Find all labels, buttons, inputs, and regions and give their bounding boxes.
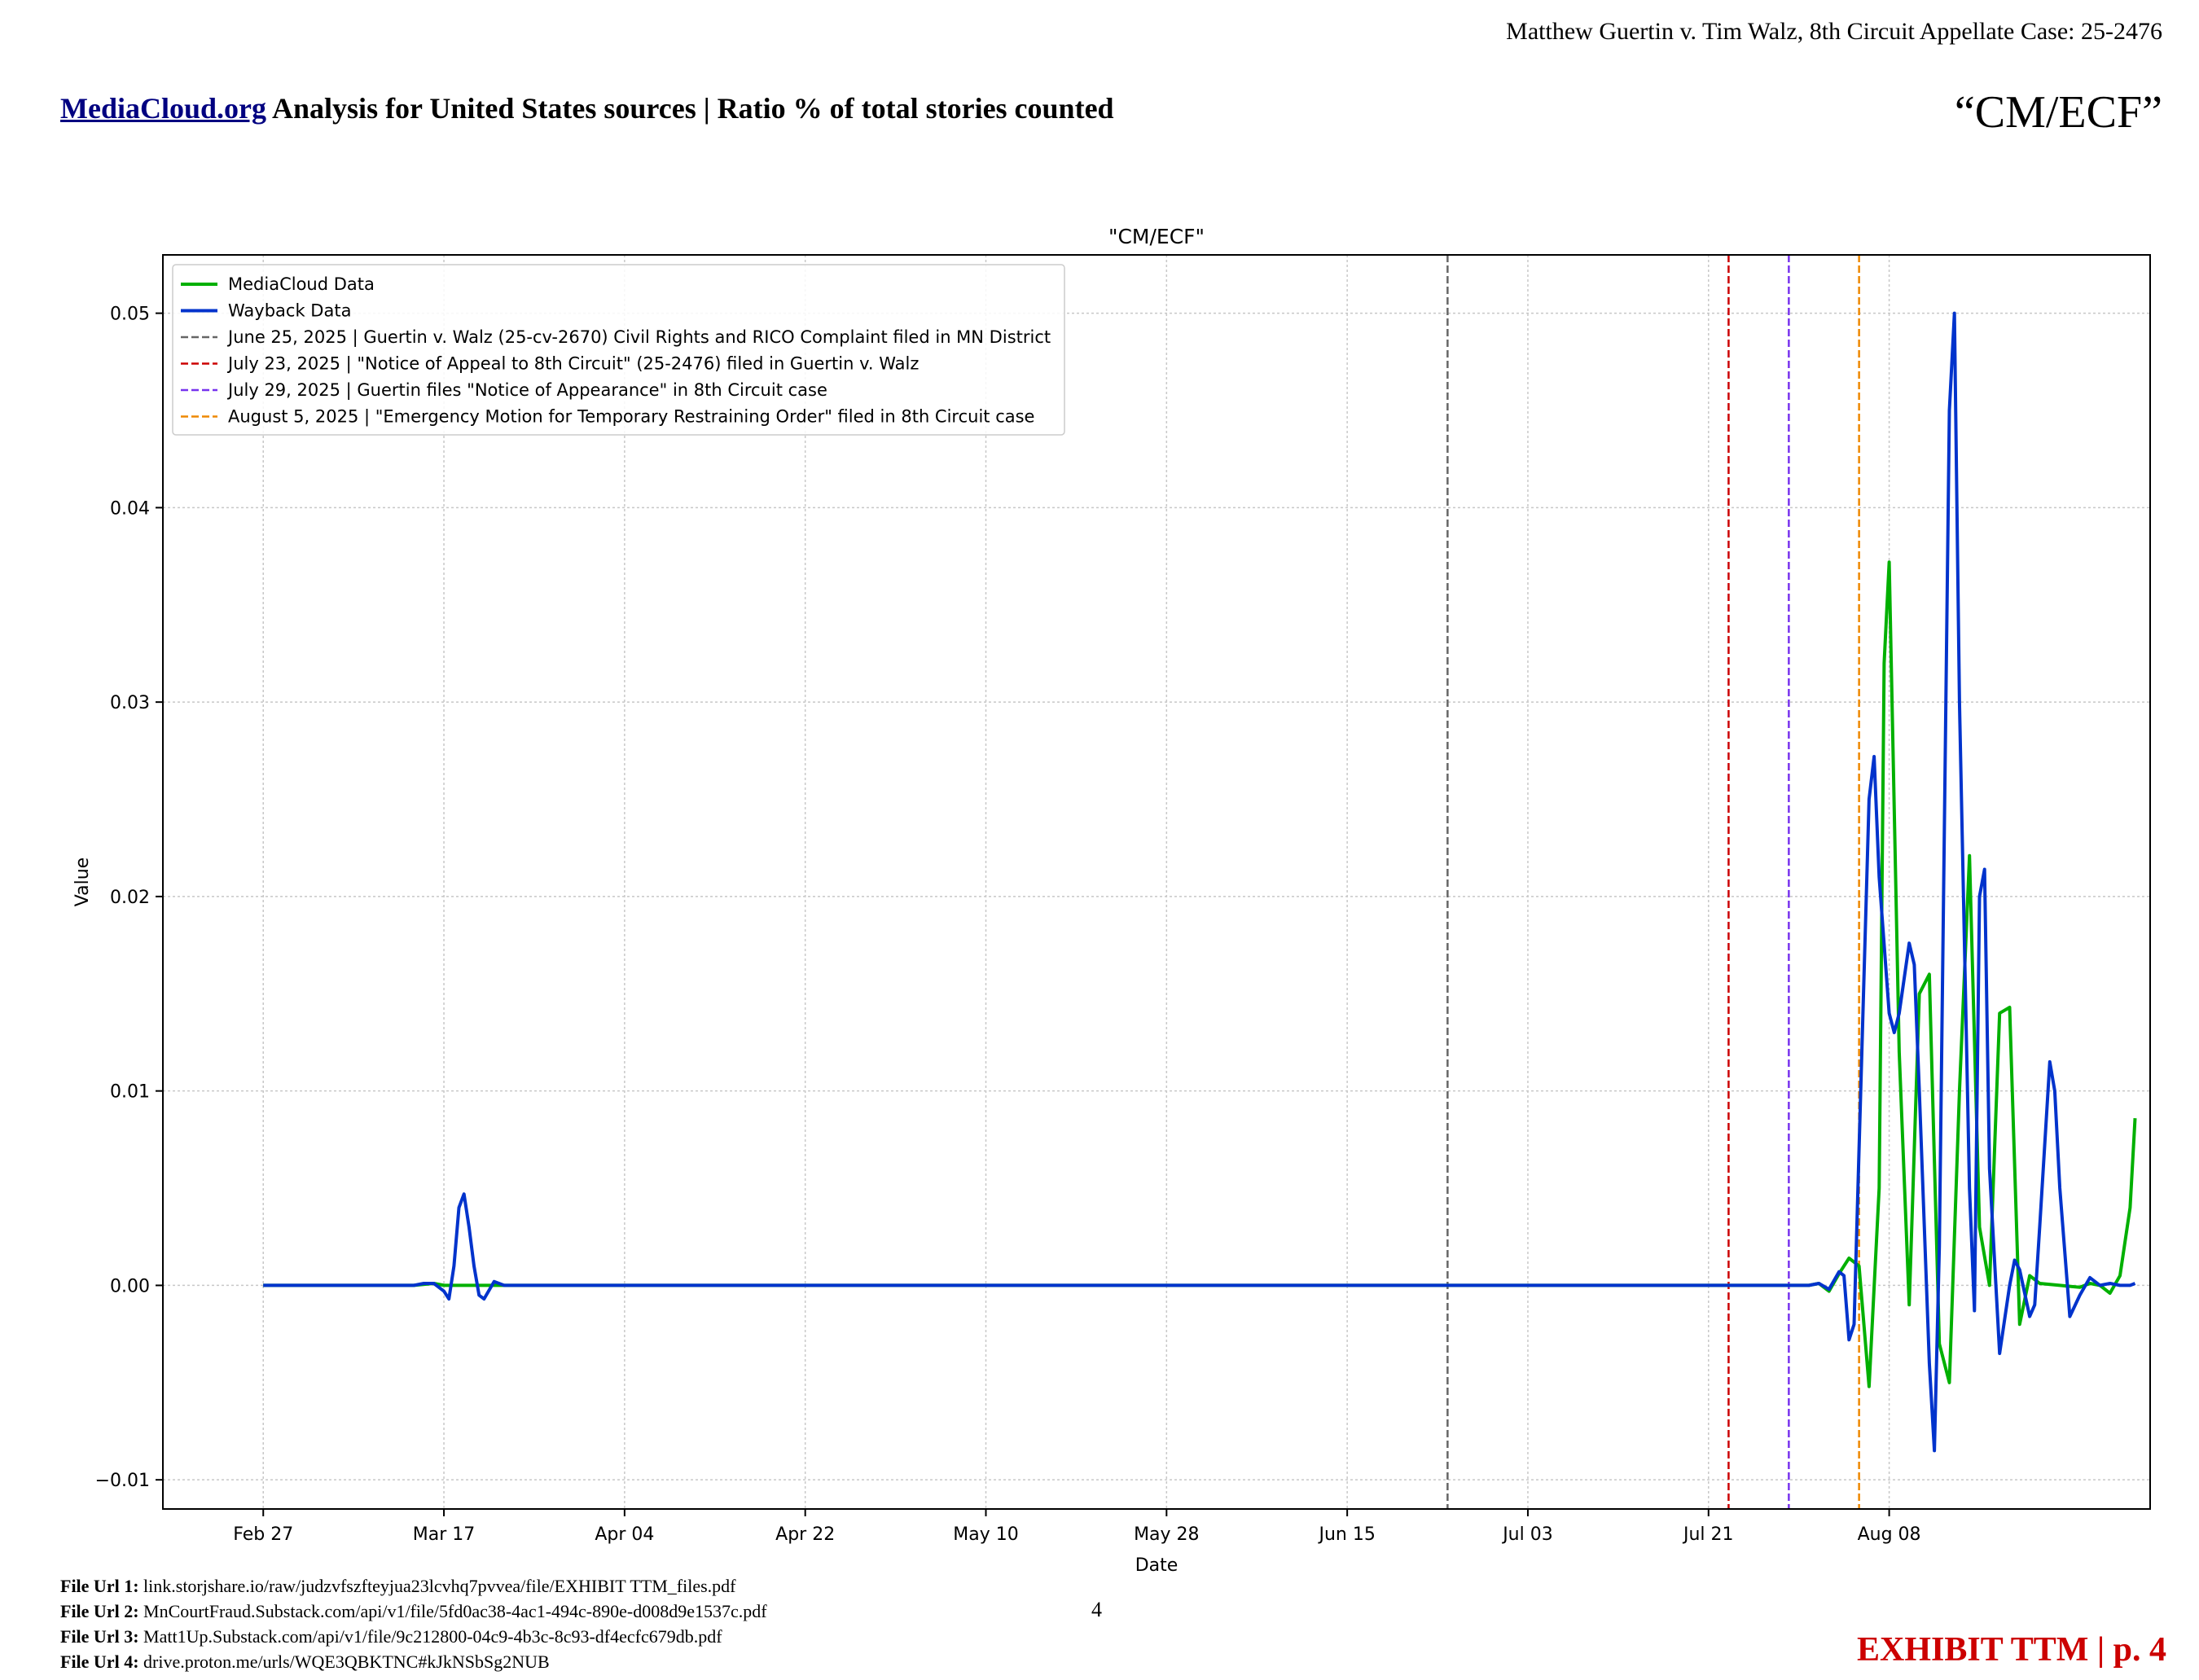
page-number: 4 [1091, 1598, 1102, 1621]
chart-title: "CM/ECF" [1108, 225, 1205, 248]
file-url-1: File Url 1: link.storjshare.io/raw/judzv… [60, 1573, 767, 1599]
file-url-4-label: File Url 4: [60, 1651, 139, 1672]
y-tick-label: 0.02 [110, 888, 150, 908]
y-tick-label: −0.01 [95, 1471, 150, 1491]
legend-label: July 23, 2025 | "Notice of Appeal to 8th… [226, 354, 919, 375]
y-tick-label: 0.00 [110, 1276, 150, 1296]
page-heading-text: Analysis for United States sources | Rat… [266, 92, 1114, 125]
file-url-4: File Url 4: drive.proton.me/urls/WQE3QBK… [60, 1649, 767, 1674]
mediacloud-link[interactable]: MediaCloud.org [60, 92, 266, 125]
series-line [263, 311, 2136, 1453]
y-tick-label: 0.03 [110, 693, 150, 713]
x-tick-label: Aug 08 [1858, 1524, 1921, 1545]
legend-label: MediaCloud Data [228, 274, 375, 294]
file-url-4-link[interactable]: drive.proton.me/urls/WQE3QBKTNC#kJkNSbSg… [143, 1651, 550, 1672]
file-url-2-label: File Url 2: [60, 1601, 139, 1621]
y-tick-label: 0.01 [110, 1082, 150, 1103]
x-tick-label: Jul 03 [1501, 1524, 1553, 1545]
plot-frame [162, 254, 2151, 1510]
file-url-1-label: File Url 1: [60, 1576, 139, 1596]
x-tick-label: Apr 04 [595, 1524, 654, 1545]
file-url-3: File Url 3: Matt1Up.Substack.com/api/v1/… [60, 1624, 767, 1649]
legend-label: July 29, 2025 | Guertin files "Notice of… [226, 380, 827, 401]
case-header: Matthew Guertin v. Tim Walz, 8th Circuit… [1506, 18, 2162, 45]
file-url-list: File Url 1: link.storjshare.io/raw/judzv… [60, 1573, 767, 1674]
file-url-3-label: File Url 3: [60, 1626, 139, 1647]
y-tick-label: 0.04 [110, 498, 150, 519]
page-heading: MediaCloud.org Analysis for United State… [60, 91, 1114, 125]
x-tick-label: May 28 [1134, 1524, 1199, 1545]
file-url-1-link[interactable]: link.storjshare.io/raw/judzvfszfteyjua23… [143, 1576, 735, 1596]
x-tick-label: Mar 17 [413, 1524, 476, 1545]
legend-label: August 5, 2025 | "Emergency Motion for T… [228, 407, 1034, 428]
exhibit-label: EXHIBIT TTM | p. 4 [1857, 1631, 2166, 1669]
x-tick-label: Feb 27 [233, 1524, 293, 1545]
y-axis-label: Value [72, 858, 93, 906]
line-chart: Feb 27 Mar 17 Apr 04 Apr 22 May 10 May 28 Jun … [72, 225, 2151, 1576]
x-tick-label: May 10 [953, 1524, 1018, 1545]
file-url-3-link[interactable]: Matt1Up.Substack.com/api/v1/file/9c21280… [143, 1626, 722, 1647]
x-axis-label: Date [1135, 1555, 1179, 1576]
big-quote-title: “CM/ECF” [1954, 87, 2162, 138]
x-tick-label: Jun 15 [1317, 1524, 1375, 1545]
x-tick-label: Jul 21 [1682, 1524, 1734, 1545]
file-url-2: File Url 2: MnCourtFraud.Substack.com/ap… [60, 1599, 767, 1624]
legend-label: June 25, 2025 | Guertin v. Walz (25-cv-2… [226, 327, 1051, 348]
legend-label: Wayback Data [228, 301, 351, 321]
file-url-2-link[interactable]: MnCourtFraud.Substack.com/api/v1/file/5f… [143, 1601, 767, 1621]
x-tick-label: Apr 22 [775, 1524, 835, 1545]
y-tick-label: 0.05 [110, 305, 150, 325]
